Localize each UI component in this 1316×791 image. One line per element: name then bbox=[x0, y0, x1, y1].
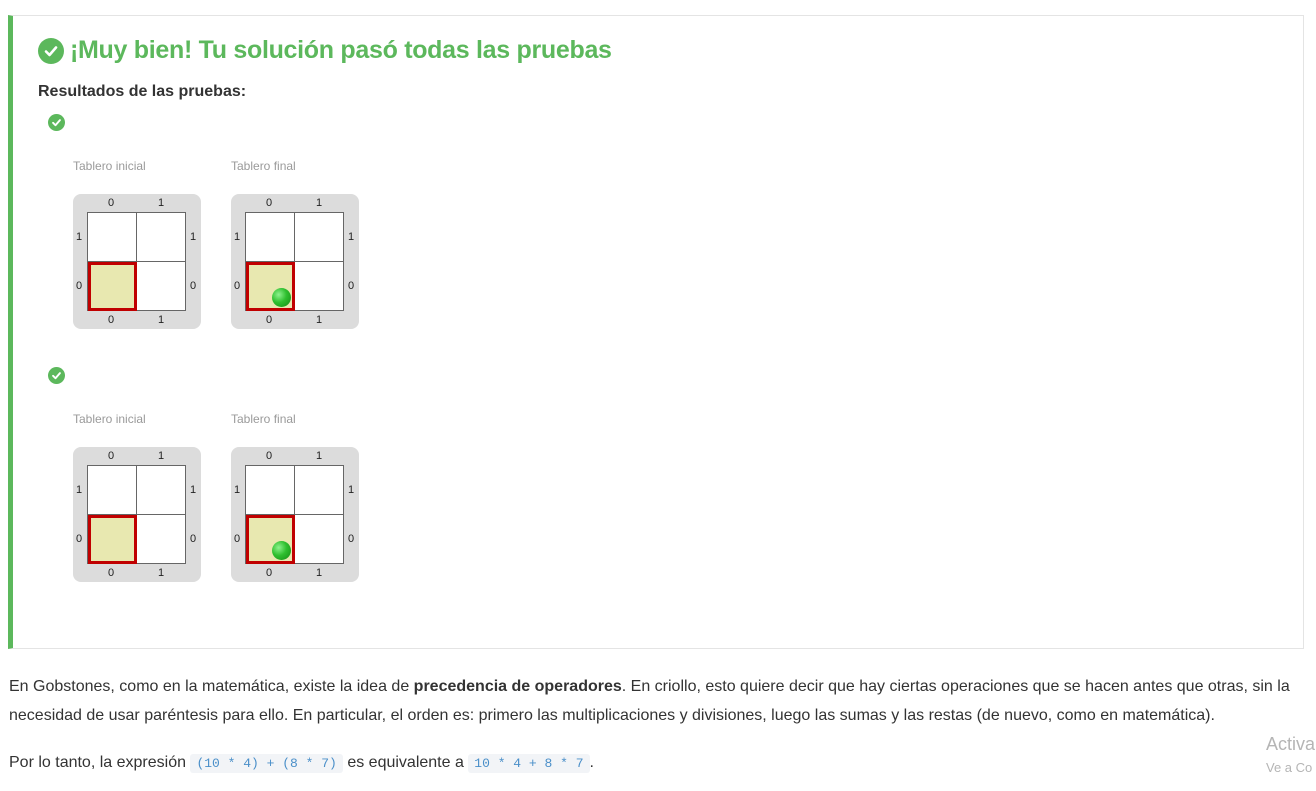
test-result-1: Tablero inicial Tablero final 0 1 0 1 1 … bbox=[38, 114, 438, 344]
col-label: 0 bbox=[266, 567, 273, 579]
final-board-caption: Tablero final bbox=[231, 159, 296, 173]
text-segment: . bbox=[589, 754, 594, 771]
row-label: 1 bbox=[76, 484, 83, 496]
example-paragraph: Por lo tanto, la expresión (10 * 4) + (8… bbox=[9, 748, 1309, 778]
green-ball-icon bbox=[272, 541, 291, 560]
col-label: 1 bbox=[158, 314, 165, 326]
initial-board-caption: Tablero inicial bbox=[73, 159, 146, 173]
board-cell-head bbox=[246, 515, 295, 564]
row-label: 1 bbox=[76, 231, 83, 243]
board-cell bbox=[295, 213, 344, 262]
col-label: 1 bbox=[316, 450, 323, 462]
board-cell bbox=[295, 515, 344, 564]
col-label: 1 bbox=[316, 197, 323, 209]
text-segment: es equivalente a bbox=[342, 754, 469, 771]
final-board: 0 1 0 1 1 0 1 0 bbox=[231, 447, 359, 582]
windows-activation-watermark: Activa bbox=[1266, 734, 1316, 754]
board-cell-head bbox=[246, 262, 295, 311]
initial-board: 0 1 0 1 1 0 1 0 bbox=[73, 194, 201, 329]
test-results-panel: ¡Muy bien! Tu solución pasó todas las pr… bbox=[8, 15, 1304, 649]
bold-term: precedencia de operadores bbox=[413, 678, 622, 695]
text-segment: Por lo tanto, la expresión bbox=[9, 754, 191, 771]
row-label: 1 bbox=[348, 484, 355, 496]
board-cell bbox=[246, 466, 295, 515]
col-label: 0 bbox=[266, 450, 273, 462]
col-label: 0 bbox=[108, 567, 115, 579]
test-result-2: Tablero inicial Tablero final 0 1 0 1 1 … bbox=[38, 367, 438, 597]
board-cell bbox=[137, 466, 186, 515]
board-grid bbox=[245, 212, 344, 311]
col-label: 0 bbox=[108, 450, 115, 462]
green-ball-icon bbox=[272, 288, 291, 307]
windows-activation-watermark-sub: Ve a Co bbox=[1266, 760, 1313, 775]
board-cell bbox=[137, 515, 186, 564]
board-cell bbox=[246, 213, 295, 262]
success-title-text: ¡Muy bien! Tu solución pasó todas las pr… bbox=[70, 36, 612, 64]
row-label: 1 bbox=[234, 231, 241, 243]
text-segment: En Gobstones, como en la matemática, exi… bbox=[9, 678, 414, 695]
initial-board-caption: Tablero inicial bbox=[73, 412, 146, 426]
row-label: 0 bbox=[234, 280, 241, 292]
explanation-paragraph: En Gobstones, como en la matemática, exi… bbox=[9, 672, 1309, 730]
board-grid bbox=[245, 465, 344, 564]
row-label: 1 bbox=[234, 484, 241, 496]
col-label: 1 bbox=[158, 197, 165, 209]
board-grid bbox=[87, 465, 186, 564]
row-label: 0 bbox=[190, 280, 197, 292]
row-label: 0 bbox=[76, 280, 83, 292]
col-label: 1 bbox=[316, 567, 323, 579]
row-label: 0 bbox=[348, 533, 355, 545]
board-cell-head bbox=[88, 262, 137, 311]
final-board: 0 1 0 1 1 0 1 0 bbox=[231, 194, 359, 329]
row-label: 0 bbox=[234, 533, 241, 545]
success-title: ¡Muy bien! Tu solución pasó todas las pr… bbox=[38, 36, 612, 65]
board-cell bbox=[88, 213, 137, 262]
board-cell bbox=[137, 213, 186, 262]
col-label: 0 bbox=[266, 197, 273, 209]
col-label: 0 bbox=[266, 314, 273, 326]
check-circle-icon bbox=[48, 367, 65, 384]
board-cell bbox=[88, 466, 137, 515]
inline-code: (10 * 4) + (8 * 7) bbox=[190, 754, 343, 773]
initial-board: 0 1 0 1 1 0 1 0 bbox=[73, 447, 201, 582]
final-board-caption: Tablero final bbox=[231, 412, 296, 426]
board-grid bbox=[87, 212, 186, 311]
results-label: Resultados de las pruebas: bbox=[38, 83, 247, 100]
board-cell bbox=[295, 466, 344, 515]
board-cell-head bbox=[88, 515, 137, 564]
check-circle-icon bbox=[48, 114, 65, 131]
row-label: 0 bbox=[190, 533, 197, 545]
inline-code: 10 * 4 + 8 * 7 bbox=[468, 754, 590, 773]
row-label: 1 bbox=[190, 231, 197, 243]
row-label: 0 bbox=[348, 280, 355, 292]
board-cell bbox=[295, 262, 344, 311]
col-label: 1 bbox=[158, 450, 165, 462]
col-label: 0 bbox=[108, 197, 115, 209]
col-label: 1 bbox=[158, 567, 165, 579]
col-label: 1 bbox=[316, 314, 323, 326]
row-label: 1 bbox=[348, 231, 355, 243]
row-label: 0 bbox=[76, 533, 83, 545]
col-label: 0 bbox=[108, 314, 115, 326]
row-label: 1 bbox=[190, 484, 197, 496]
check-circle-icon bbox=[38, 37, 64, 64]
board-cell bbox=[137, 262, 186, 311]
